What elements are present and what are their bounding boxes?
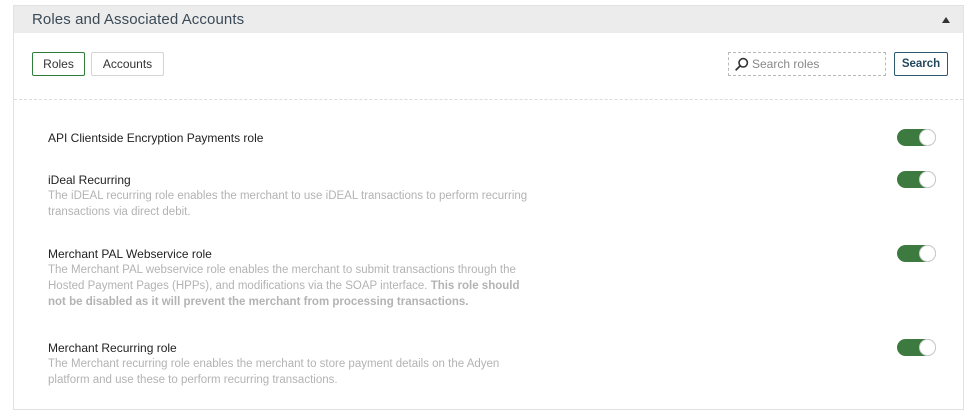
tab-accounts[interactable]: Accounts	[91, 52, 164, 76]
role-name: Merchant Recurring role	[48, 341, 177, 355]
role-toggle[interactable]	[897, 129, 936, 146]
panel-header[interactable]: Roles and Associated Accounts	[14, 6, 963, 33]
role-toggle[interactable]	[897, 339, 936, 356]
list-item: Merchant Recurring role The Merchant rec…	[48, 339, 936, 388]
role-description: The Merchant PAL webservice role enables…	[48, 262, 538, 310]
toolbar: Roles Accounts Search	[14, 33, 963, 100]
caret-up-icon[interactable]	[942, 16, 950, 23]
toggle-knob	[919, 339, 936, 356]
list-item: API Clientside Encryption Payments role	[48, 129, 936, 146]
search-input[interactable]	[752, 57, 880, 71]
search-button[interactable]: Search	[894, 52, 948, 76]
role-description: The iDEAL recurring role enables the mer…	[48, 190, 528, 218]
role-description: The Merchant recurring role enables the …	[48, 358, 500, 386]
role-toggle[interactable]	[897, 171, 936, 188]
role-name: API Clientside Encryption Payments role	[48, 131, 264, 145]
role-name: Merchant PAL Webservice role	[48, 247, 212, 261]
toggle-knob	[919, 245, 936, 262]
role-toggle[interactable]	[897, 245, 936, 262]
panel-title: Roles and Associated Accounts	[32, 11, 245, 28]
toggle-knob	[919, 171, 936, 188]
roles-panel: Roles and Associated Accounts Roles Acco…	[13, 5, 964, 410]
toggle-knob	[919, 129, 936, 146]
list-item: iDeal Recurring The iDEAL recurring role…	[48, 171, 936, 220]
search-box[interactable]	[728, 52, 886, 76]
tab-roles[interactable]: Roles	[32, 52, 85, 76]
list-item: Merchant PAL Webservice role The Merchan…	[48, 245, 936, 310]
search-icon	[735, 57, 749, 71]
role-name: iDeal Recurring	[48, 173, 131, 187]
